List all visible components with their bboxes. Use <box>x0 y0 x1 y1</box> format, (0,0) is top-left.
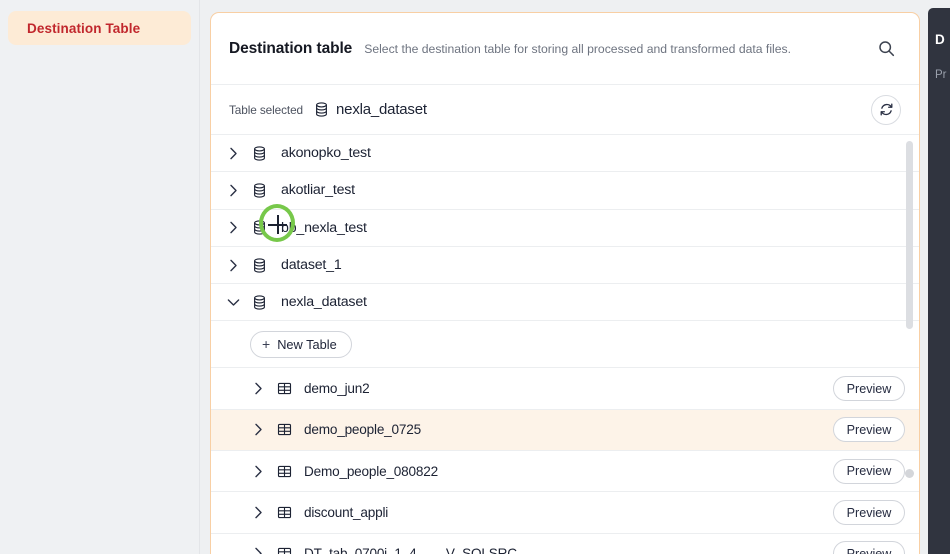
chevron-right-icon[interactable] <box>250 422 266 438</box>
database-row[interactable]: akonopko_test <box>211 135 919 173</box>
database-icon <box>252 220 267 235</box>
table-row[interactable]: DT_tab_0700i_1_4____V_SQLSRC Preview <box>211 533 919 554</box>
table-icon <box>277 546 292 554</box>
table-row[interactable]: demo_jun2 Preview <box>211 368 919 410</box>
table-icon <box>277 422 292 437</box>
preview-button[interactable]: Preview <box>833 376 905 402</box>
table-list: demo_jun2 Preview demo_people_0725 Preview… <box>211 368 919 554</box>
list-scrollbar[interactable] <box>906 141 913 329</box>
chevron-right-icon[interactable] <box>225 145 241 161</box>
preview-button[interactable]: Preview <box>833 541 905 554</box>
chevron-right-icon[interactable] <box>250 463 266 479</box>
database-row[interactable]: dataset_1 <box>211 246 919 285</box>
table-row[interactable]: demo_people_0725 Preview <box>211 409 919 452</box>
page-title: Destination table <box>229 39 353 57</box>
database-row[interactable]: bb_nexla_test <box>211 209 919 247</box>
new-table-button[interactable]: + New Table <box>250 330 352 358</box>
left-sidebar: Destination Table <box>0 0 200 554</box>
database-icon <box>314 102 329 117</box>
card-subtitle: Select the destination table for storing… <box>364 41 791 56</box>
preview-button[interactable]: Preview <box>833 417 905 443</box>
chevron-right-icon[interactable] <box>225 257 241 273</box>
search-icon[interactable] <box>873 36 899 62</box>
chevron-down-icon[interactable] <box>225 294 241 310</box>
right-panel-subtitle: Pr <box>935 69 947 81</box>
database-row[interactable]: nexla_dataset <box>211 284 919 322</box>
table-icon <box>277 505 292 520</box>
table-browser-list[interactable]: akonopko_test akotliar_test bb_nexla_tes… <box>211 135 919 554</box>
table-icon <box>277 464 292 479</box>
chevron-right-icon[interactable] <box>250 505 266 521</box>
right-detail-panel[interactable]: D Pr <box>928 8 950 554</box>
plus-icon: + <box>262 336 271 353</box>
sidebar-item-destination-table[interactable]: Destination Table <box>8 11 191 45</box>
chevron-right-icon[interactable] <box>225 182 241 198</box>
database-row-label: akonopko_test <box>281 145 371 162</box>
selected-table-bar: Table selected nexla_dataset <box>211 85 919 135</box>
new-table-row: + New Table <box>211 321 919 369</box>
preview-button[interactable]: Preview <box>833 458 905 484</box>
sidebar-item-label: Destination Table <box>27 20 141 36</box>
selected-table-value: nexla_dataset <box>336 101 427 118</box>
chevron-right-icon[interactable] <box>250 546 266 554</box>
table-row-label: Demo_people_080822 <box>304 463 438 479</box>
database-icon <box>252 146 267 161</box>
table-row-label: DT_tab_0700i_1_4____V_SQLSRC <box>304 546 517 554</box>
chevron-right-icon[interactable] <box>250 381 266 397</box>
table-row-label: discount_appli <box>304 505 389 521</box>
selected-table-label: Table selected <box>229 102 304 117</box>
database-list: akonopko_test akotliar_test bb_nexla_tes… <box>211 135 919 322</box>
refresh-icon[interactable] <box>871 94 901 125</box>
new-table-button-label: New Table <box>277 336 337 352</box>
database-row-label: akotliar_test <box>281 182 355 199</box>
database-icon <box>252 183 267 198</box>
preview-button[interactable]: Preview <box>833 500 905 526</box>
database-row-label: dataset_1 <box>281 257 342 274</box>
table-row-label: demo_jun2 <box>304 381 370 397</box>
destination-table-card: Destination table Select the destination… <box>210 12 920 554</box>
scroll-hover-dot <box>905 469 914 478</box>
table-row[interactable]: discount_appli Preview <box>211 492 919 534</box>
database-row-label: nexla_dataset <box>281 294 367 311</box>
database-row[interactable]: akotliar_test <box>211 172 919 210</box>
database-row-label: bb_nexla_test <box>281 219 367 236</box>
right-panel-title: D <box>935 32 945 47</box>
card-header: Destination table Select the destination… <box>211 13 919 85</box>
table-row[interactable]: Demo_people_080822 Preview <box>211 451 919 493</box>
table-row-label: demo_people_0725 <box>304 422 421 438</box>
chevron-right-icon[interactable] <box>225 220 241 236</box>
database-icon <box>252 257 267 273</box>
database-icon <box>252 295 267 310</box>
table-icon <box>277 381 292 396</box>
